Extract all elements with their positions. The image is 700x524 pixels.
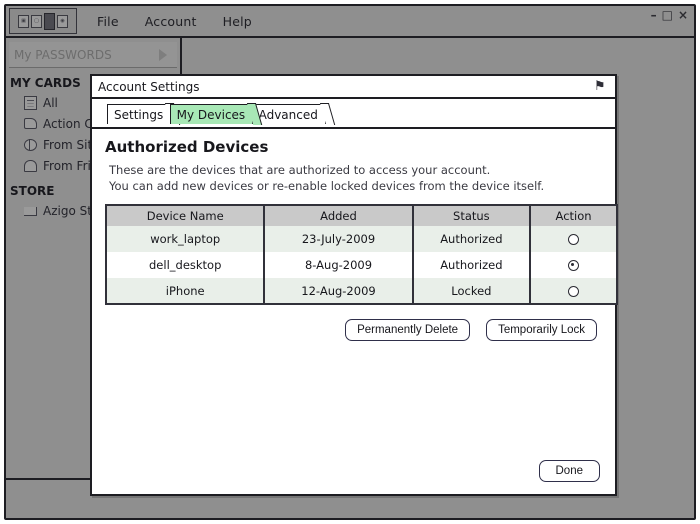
temporarily-lock-button[interactable]: Temporarily Lock (486, 319, 597, 341)
hand-card-icon (24, 118, 37, 129)
menu-item-help[interactable]: Help (223, 14, 252, 29)
tab-strip: Settings My Devices Advanced (92, 102, 615, 125)
cell-status: Authorized (412, 226, 532, 252)
application-window: ▣ ▢ ◉ File Account Help – □ × My PASSWOR… (4, 4, 696, 520)
menu-item-account[interactable]: Account (145, 14, 197, 29)
sidebar-item-label-from-friends: From Fri (43, 158, 91, 173)
column-header-status[interactable]: Status (412, 205, 532, 226)
table-row[interactable]: work_laptop 23-July-2009 Authorized (106, 226, 617, 252)
tab-advanced[interactable]: Advanced (251, 103, 335, 125)
action-button-group: Permanently Delete Temporarily Lock (105, 319, 601, 341)
cart-icon (24, 207, 37, 216)
dialog-title: Account Settings (98, 79, 200, 94)
page-title: Authorized Devices (105, 138, 269, 156)
sidebar-item-label-azigo-store: Azigo St (43, 203, 92, 218)
sidebar-item-label-from-sites: From Sit (43, 137, 93, 152)
people-icon (24, 159, 37, 172)
cell-device-name: iPhone (106, 278, 266, 304)
table-row[interactable]: iPhone 12-Aug-2009 Locked (106, 278, 617, 304)
app-logo-icon: ▣ ▢ ◉ (9, 8, 77, 34)
maximize-button[interactable]: □ (662, 9, 673, 21)
tab-label-my-devices: My Devices (176, 107, 246, 122)
cell-action (530, 252, 617, 278)
done-button[interactable]: Done (538, 460, 600, 482)
sidebar-section-my-passwords[interactable]: My PASSWORDS (9, 42, 177, 68)
column-header-action[interactable]: Action (530, 205, 617, 226)
cell-added: 23-July-2009 (264, 226, 414, 252)
cell-action (530, 278, 617, 304)
radio-iphone[interactable] (568, 285, 580, 297)
close-button[interactable]: × (678, 9, 688, 21)
table-header-row: Device Name Added Status Action (106, 205, 617, 226)
cell-device-name: work_laptop (106, 226, 266, 252)
column-header-added[interactable]: Added (264, 205, 414, 226)
tab-slant-advanced (319, 103, 335, 125)
chevron-right-icon (159, 49, 167, 61)
globe-icon (24, 138, 37, 151)
cell-status: Locked (412, 278, 532, 304)
cell-added: 8-Aug-2009 (264, 252, 414, 278)
dialog-body: Authorized Devices These are the devices… (92, 127, 618, 494)
cell-action (530, 226, 617, 252)
pin-icon[interactable]: ⚑ (594, 80, 607, 93)
devices-table: Device Name Added Status Action work_lap… (105, 204, 618, 305)
window-controls: – □ × (651, 9, 688, 21)
tab-my-devices[interactable]: My Devices (169, 103, 263, 125)
description-line-2: You can add new devices or re-enable loc… (109, 179, 545, 193)
table-row[interactable]: dell_desktop 8-Aug-2009 Authorized (106, 252, 617, 278)
cell-added: 12-Aug-2009 (264, 278, 414, 304)
tab-settings[interactable]: Settings (107, 103, 181, 125)
logo-card-3 (44, 12, 55, 30)
column-header-device-name[interactable]: Device Name (106, 205, 266, 226)
radio-dell-desktop[interactable] (568, 260, 580, 271)
minimize-button[interactable]: – (651, 9, 657, 21)
logo-card-4: ◉ (57, 14, 68, 28)
radio-work-laptop[interactable] (568, 234, 580, 245)
logo-card-2: ▢ (31, 14, 42, 28)
sidebar-item-label-all: All (43, 95, 58, 110)
dialog-titlebar: Account Settings ⚑ (92, 76, 615, 99)
menu-item-file[interactable]: File (97, 14, 119, 29)
sidebar-section-label-passwords: My PASSWORDS (14, 47, 112, 62)
cell-device-name: dell_desktop (106, 252, 266, 278)
description-line-1: These are the devices that are authorize… (109, 163, 491, 177)
permanently-delete-button[interactable]: Permanently Delete (345, 319, 471, 341)
tab-label-advanced: Advanced (258, 107, 318, 122)
document-icon (24, 95, 37, 110)
menu-bar: ▣ ▢ ◉ File Account Help – □ × (6, 6, 694, 38)
account-settings-dialog: Account Settings ⚑ Settings My Devices A… (90, 74, 618, 496)
done-button-row: Done (538, 459, 600, 482)
tab-label-settings: Settings (114, 107, 164, 122)
cell-status: Authorized (412, 252, 532, 278)
logo-card-1: ▣ (18, 14, 29, 28)
